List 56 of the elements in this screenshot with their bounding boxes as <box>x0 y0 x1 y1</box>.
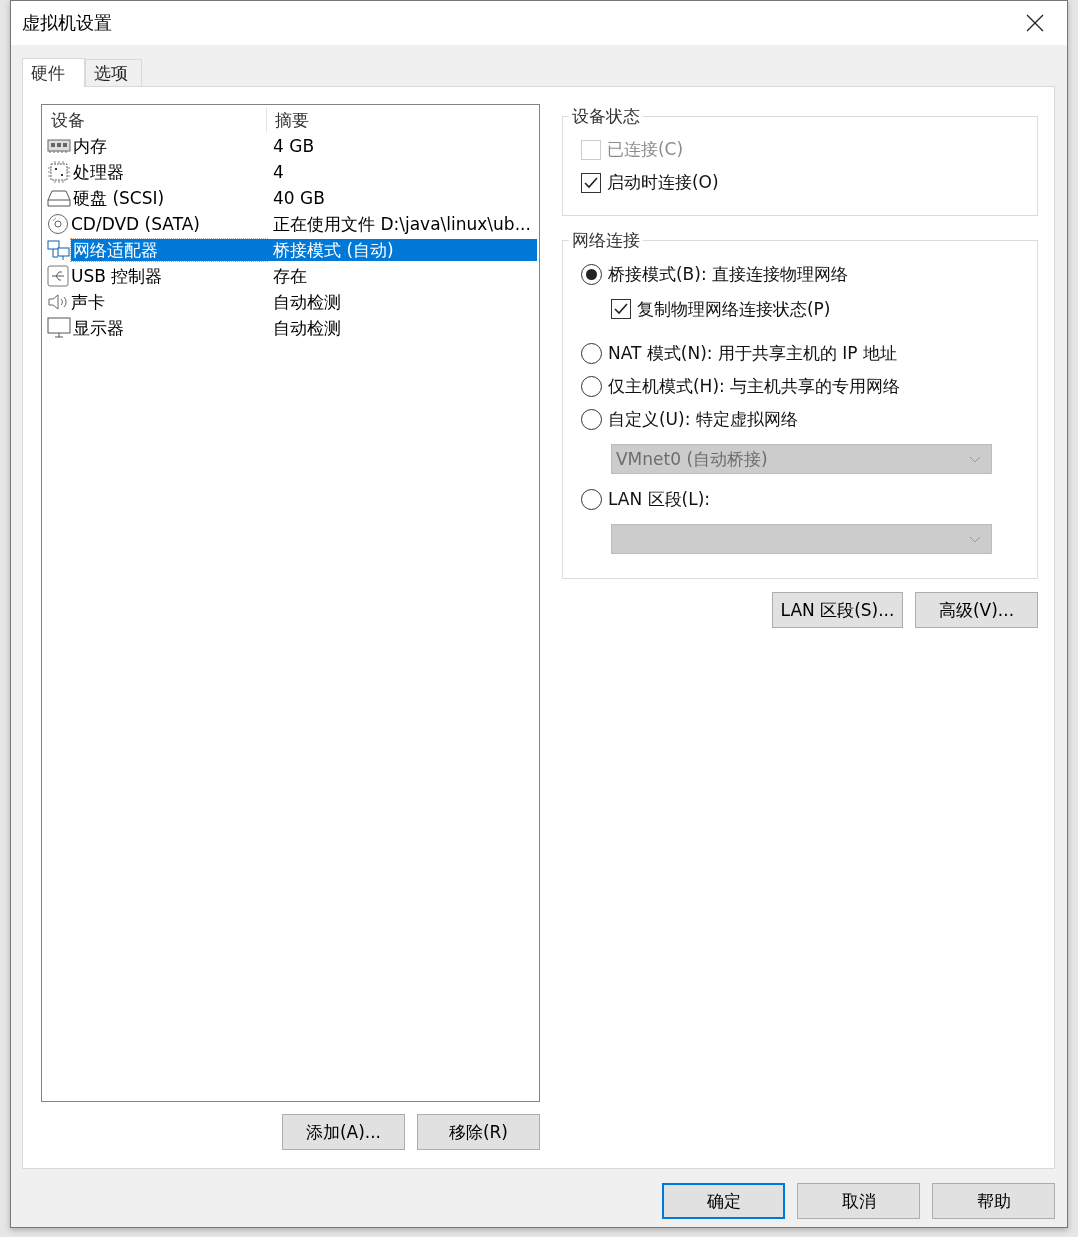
chevron-down-icon <box>968 455 981 463</box>
device-name[interactable]: 声卡 <box>69 291 267 313</box>
disc-icon <box>47 213 69 235</box>
group-title: 设备状态 <box>568 105 643 127</box>
radio-label: 自定义(U): 特定虚拟网络 <box>607 408 798 431</box>
radio-button[interactable] <box>580 264 602 285</box>
close-icon <box>1026 14 1044 32</box>
dialog-button[interactable]: 取消 <box>797 1183 920 1219</box>
monitor-icon <box>47 317 71 339</box>
radio-label: LAN 区段(L): <box>607 488 711 511</box>
checkbox[interactable] <box>580 172 601 193</box>
usb-icon <box>47 265 69 287</box>
device-summary[interactable]: 存在 <box>267 265 537 287</box>
group-title: 网络连接 <box>568 229 643 251</box>
radio-button[interactable] <box>580 489 602 510</box>
speaker-icon <box>47 292 69 312</box>
memory-icon <box>47 138 71 154</box>
window-title: 虚拟机设置 <box>22 11 112 35</box>
radio-label: 桥接模式(B): 直接连接物理网络 <box>607 263 849 286</box>
chevron-down-icon <box>968 535 981 543</box>
device-name[interactable]: 处理器 <box>71 161 267 183</box>
network-icon <box>47 239 71 261</box>
radio-label: 仅主机模式(H): 与主机共享的专用网络 <box>607 375 901 398</box>
device-summary[interactable]: 正在使用文件 D:\java\linux\ub... <box>267 213 537 235</box>
checkbox-label: 启动时连接(O) <box>606 171 719 194</box>
device-summary[interactable]: 4 GB <box>267 135 537 157</box>
list-button[interactable]: 移除(R) <box>416 1114 540 1150</box>
radio-button[interactable] <box>580 376 602 397</box>
device-name[interactable]: 内存 <box>71 135 267 157</box>
list-button[interactable]: 添加(A)... <box>281 1114 405 1150</box>
device-name[interactable]: 硬盘 (SCSI) <box>71 187 267 209</box>
device-summary[interactable]: 桥接模式 (自动) <box>267 239 537 261</box>
checkbox-label: 已连接(C) <box>606 138 684 161</box>
radio-button[interactable] <box>580 409 602 430</box>
device-name[interactable]: USB 控制器 <box>69 265 267 287</box>
network-button[interactable]: LAN 区段(S)... <box>772 592 903 628</box>
device-summary[interactable]: 自动检测 <box>267 291 537 313</box>
radio-label: NAT 模式(N): 用于共享主机的 IP 地址 <box>607 342 897 365</box>
column-header[interactable]: 设备 <box>43 107 267 133</box>
device-name[interactable]: 显示器 <box>71 317 267 339</box>
checkbox[interactable] <box>610 299 631 319</box>
checkbox-label: 复制物理网络连接状态(P) <box>636 297 831 321</box>
device-summary[interactable]: 自动检测 <box>267 317 537 339</box>
dialog-button[interactable]: 帮助 <box>932 1183 1055 1219</box>
tab[interactable]: 选项 <box>85 59 142 86</box>
tab[interactable]: 硬件 <box>22 58 85 87</box>
network-button[interactable]: 高级(V)... <box>915 592 1038 628</box>
device-name[interactable]: 网络适配器 <box>71 239 267 261</box>
column-header[interactable]: 摘要 <box>267 107 538 133</box>
device-name[interactable]: CD/DVD (SATA) <box>69 213 267 235</box>
device-summary[interactable]: 40 GB <box>267 187 537 209</box>
hard-drive-icon <box>47 189 71 207</box>
radio-button[interactable] <box>580 343 602 364</box>
chip-icon <box>47 161 71 183</box>
device-summary[interactable]: 4 <box>267 161 537 183</box>
dialog-button[interactable]: 确定 <box>662 1183 785 1219</box>
